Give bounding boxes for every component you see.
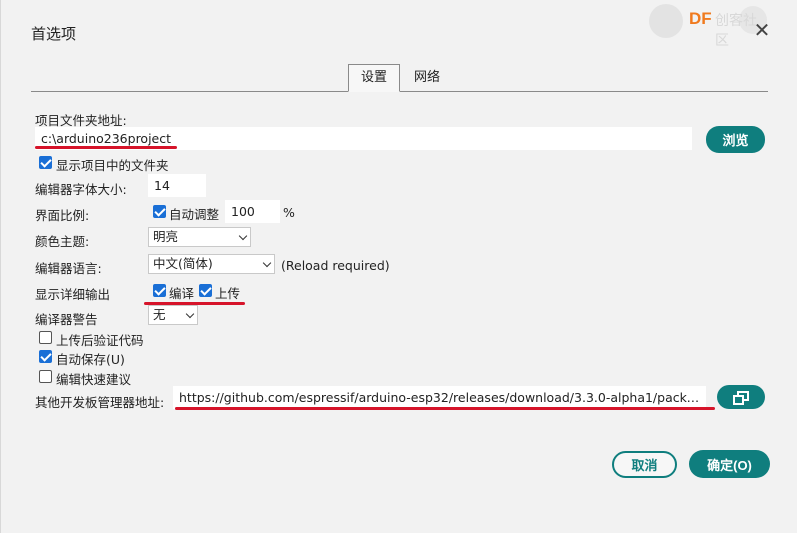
language-select[interactable]: 中文(简体) <box>148 254 275 274</box>
ok-button[interactable]: 确定(O) <box>689 450 770 478</box>
font-size-label: 编辑器字体大小: <box>35 182 127 197</box>
tab-network[interactable]: 网络 <box>403 64 451 92</box>
chevron-down-icon <box>262 258 272 268</box>
close-icon[interactable]: ✕ <box>753 20 771 40</box>
chevron-down-icon <box>185 309 195 319</box>
quick-suggest-label: 编辑快速建议 <box>56 372 132 387</box>
cancel-button[interactable]: 取消 <box>612 451 677 478</box>
open-urls-button[interactable] <box>717 385 765 409</box>
preferences-dialog: 首选项 DF 创客社区 ✕ 设置 网络 项目文件夹地址: c:\arduino2… <box>0 0 797 533</box>
upload-label: 上传 <box>215 286 241 301</box>
warnings-label: 编译器警告 <box>35 312 98 327</box>
highlight-underline-path <box>35 146 177 149</box>
compile-checkbox[interactable] <box>153 284 166 297</box>
dialog-title: 首选项 <box>31 25 77 43</box>
scale-input[interactable]: 100 <box>225 200 280 223</box>
auto-adjust-label: 自动调整 <box>169 207 220 222</box>
warnings-select[interactable]: 无 <box>148 305 198 325</box>
window-restore-icon <box>733 390 749 405</box>
watermark-circle <box>649 4 683 38</box>
auto-adjust-checkbox[interactable] <box>153 205 166 218</box>
warnings-value: 无 <box>153 307 166 322</box>
watermark-logo: DF 创客社区 <box>649 4 769 49</box>
scale-label: 界面比例: <box>35 208 90 223</box>
chevron-down-icon <box>238 231 248 241</box>
highlight-underline-urls <box>175 407 715 410</box>
show-files-checkbox[interactable] <box>39 156 52 169</box>
upload-checkbox[interactable] <box>199 284 212 297</box>
watermark-brand: DF <box>689 9 712 28</box>
theme-select[interactable]: 明亮 <box>148 227 251 247</box>
reload-note: (Reload required) <box>281 258 390 273</box>
theme-label: 颜色主题: <box>35 234 90 249</box>
browse-button[interactable]: 浏览 <box>706 126 765 153</box>
quick-suggest-checkbox[interactable] <box>39 370 52 383</box>
language-label: 编辑器语言: <box>35 261 102 276</box>
show-files-label: 显示项目中的文件夹 <box>56 158 169 173</box>
verify-checkbox[interactable] <box>39 331 52 344</box>
compile-label: 编译 <box>169 286 195 301</box>
tab-settings[interactable]: 设置 <box>348 64 400 92</box>
verify-label: 上传后验证代码 <box>56 333 144 348</box>
board-urls-label: 其他开发板管理器地址: <box>35 395 165 410</box>
font-size-input[interactable]: 14 <box>148 174 206 197</box>
autosave-label: 自动保存(U) <box>56 352 125 367</box>
board-urls-input[interactable]: https://github.com/espressif/arduino-esp… <box>173 386 706 409</box>
autosave-checkbox[interactable] <box>39 350 52 363</box>
verbose-label: 显示详细输出 <box>35 287 111 302</box>
scale-unit: % <box>283 205 295 220</box>
theme-value: 明亮 <box>153 229 179 244</box>
language-value: 中文(简体) <box>153 256 213 271</box>
